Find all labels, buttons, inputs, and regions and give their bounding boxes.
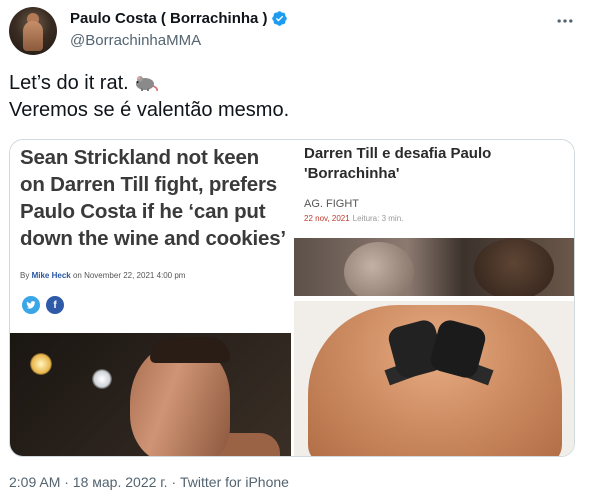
facebook-share-icon: f [46,296,64,314]
article-byline: By Mike Heck on November 22, 2021 4:00 p… [20,271,185,280]
tweet-timestamp[interactable]: 2:09 AM · 18 мар. 2022 г. · Twitter for … [9,474,289,490]
article-title: Darren Till e desafia Paulo 'Borrachinha… [304,145,492,182]
read-time: Leitura: 3 min. [352,214,404,223]
avatar-figure [23,21,43,51]
tweet-line-2: Veremos se é valentão mesmo. [9,99,290,121]
media-grid[interactable]: Sean Strickland not keen on Darren Till … [9,139,575,457]
fighter-hair [150,337,230,363]
fighter-head [474,238,554,296]
arena-light [30,353,52,375]
fighter-head [344,242,414,296]
article-date-value: 22 nov, 2021 [304,214,350,223]
tweet-text: Let’s do it rat. Veremos se é valentão m… [9,70,289,124]
name-row: Paulo Costa ( Borrachinha ) [70,10,288,27]
fighter-photo [10,333,291,456]
byline-author: Mike Heck [31,271,71,280]
media-image-left[interactable]: Sean Strickland not keen on Darren Till … [10,140,291,456]
rat-emoji-icon [135,76,158,92]
byline-date: on November 22, 2021 4:00 pm [72,271,186,280]
twitter-share-icon [22,296,40,314]
handle[interactable]: @BorrachinhaMMA [70,32,201,49]
byline-prefix: By [20,271,30,280]
article-date: 22 nov, 2021 Leitura: 3 min. [304,214,403,223]
more-options-icon[interactable] [553,9,577,33]
tweet-line-1: Let’s do it rat. [9,72,129,94]
avatar[interactable] [9,7,57,55]
display-name[interactable]: Paulo Costa ( Borrachinha ) [70,10,268,27]
verified-icon [271,11,287,26]
arena-light [92,369,112,389]
media-image-right[interactable]: Darren Till e desafia Paulo 'Borrachinha… [294,140,574,456]
article-category: AG. FIGHT [304,198,359,210]
gloves-photo [294,301,574,456]
article-headline: Sean Strickland not keen on Darren Till … [20,146,286,250]
fighters-photo [294,238,574,296]
